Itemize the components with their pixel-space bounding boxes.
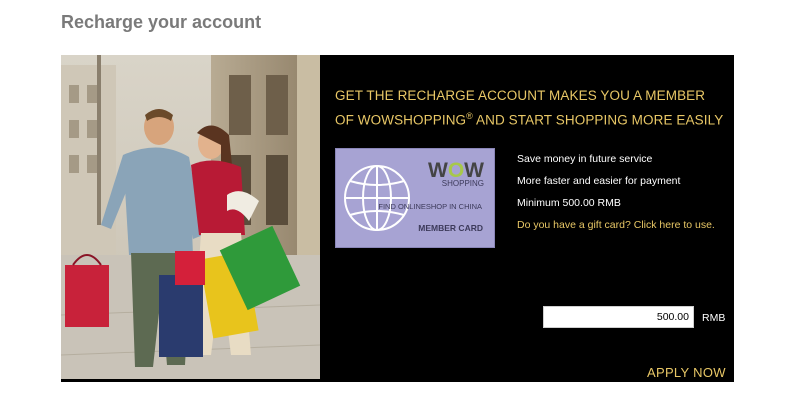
logo-subtitle: SHOPPING — [441, 179, 484, 188]
headline-line-1: GET THE RECHARGE ACCOUNT MAKES YOU A MEM… — [335, 88, 706, 103]
registered-mark: ® — [466, 111, 473, 121]
headline-line-2: OF WOWSHOPPING® AND START SHOPPING MORE … — [335, 106, 725, 131]
member-card: WOW SHOPPING FIND ONLINESHOP IN CHINA ME… — [335, 148, 495, 248]
promo-headline: GET THE RECHARGE ACCOUNT MAKES YOU A MEM… — [335, 85, 725, 131]
apply-now-button[interactable]: APPLY NOW — [647, 365, 726, 380]
card-tagline: FIND ONLINESHOP IN CHINA — [378, 202, 482, 211]
headline-line-2-rest: AND START SHOPPING MORE EASILY — [472, 112, 724, 128]
benefit-item: More faster and easier for payment — [517, 175, 681, 187]
benefit-item: Save money in future service — [517, 153, 653, 165]
card-label: MEMBER CARD — [418, 223, 483, 233]
benefit-list: Save money in future service More faster… — [517, 152, 680, 218]
recharge-banner: GET THE RECHARGE ACCOUNT MAKES YOU A MEM… — [61, 55, 734, 382]
amount-input[interactable] — [543, 306, 694, 328]
shopping-couple-photo — [61, 55, 320, 379]
globe-icon — [344, 165, 410, 231]
page-title: Recharge your account — [61, 12, 262, 32]
benefit-item: Minimum 500.00 RMB — [517, 197, 621, 209]
headline-brand: OF WOWSHOPPING — [335, 112, 467, 128]
gift-card-link[interactable]: Do you have a gift card? Click here to u… — [517, 219, 715, 231]
currency-unit: RMB — [702, 312, 726, 324]
